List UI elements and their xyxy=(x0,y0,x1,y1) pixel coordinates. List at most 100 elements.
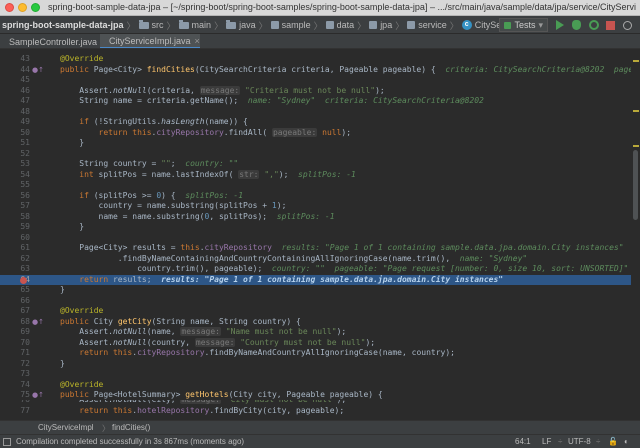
status-bar: Compilation completed successfully in 3s… xyxy=(0,434,640,448)
structure-crumb-class[interactable]: CityServiceImpl xyxy=(38,423,94,432)
breadcrumb-separator: 〉 xyxy=(214,20,224,31)
override-marker-icon[interactable]: ●↑ xyxy=(32,66,44,75)
code-line: 60 xyxy=(20,232,30,242)
run-button[interactable] xyxy=(553,19,566,32)
breadcrumb-main[interactable]: main xyxy=(178,19,211,30)
lock-icon[interactable]: 🔓 xyxy=(608,437,618,446)
tab-samplecontroller[interactable]: SampleController.java × xyxy=(0,34,106,48)
code-line: 75 ●↑ public Page<HotelSummary> getHotels(… xyxy=(20,390,383,400)
navigation-bar: spring-boot-sample-data-jpa 〉 src 〉 main… xyxy=(0,16,640,34)
chevron-down-icon: ▾ xyxy=(538,19,543,30)
structure-crumb-method[interactable]: findCities() xyxy=(112,423,150,432)
class-icon: c xyxy=(461,20,472,30)
warning-stripe[interactable] xyxy=(633,60,639,62)
code-line: 54 int splitPos = name.lastIndexOf( str:… xyxy=(20,169,356,179)
code-line: 73 xyxy=(20,369,30,378)
structure-breadcrumb: CityServiceImpl 〉 findCities() xyxy=(0,420,640,434)
breakpoint-icon[interactable] xyxy=(20,276,27,284)
event-log-icon[interactable]: ◐ xyxy=(624,437,629,446)
package-icon xyxy=(369,21,378,29)
code-line: 48 xyxy=(20,106,30,116)
code-line: 50 return this.cityRepository.findAll( p… xyxy=(20,127,352,137)
code-line: 56 if (splitPos >= 0) { splitPos: -1 xyxy=(20,190,244,200)
caret-position[interactable]: 64:1 xyxy=(515,437,531,446)
maximize-window-button[interactable] xyxy=(31,3,40,12)
breadcrumb-separator: 〉 xyxy=(395,20,405,31)
code-line: 59 } xyxy=(20,222,85,231)
folder-icon xyxy=(138,19,149,29)
code-line: 68 ●↑ public City getCity(String name, Str… xyxy=(20,316,301,327)
code-line: 70 Assert.notNull(country, message: "Cou… xyxy=(20,337,376,347)
close-tab-icon[interactable]: × xyxy=(195,36,200,46)
breadcrumb-separator: 〉 xyxy=(357,20,367,31)
code-line: 65} xyxy=(20,285,65,294)
override-marker-icon[interactable]: ●↑ xyxy=(32,318,44,327)
breadcrumb-separator: 〉 xyxy=(102,424,110,433)
code-line: 46 Assert.notNull(criteria, message: "Cr… xyxy=(20,85,385,95)
code-line: 67 @Override xyxy=(20,306,104,315)
code-line: 62 .findByNameContainingAndCountryContai… xyxy=(20,253,528,263)
scrollbar-thumb[interactable] xyxy=(633,150,638,220)
editor-tabs: SampleController.java × CityServiceImpl.… xyxy=(0,34,640,49)
override-marker-icon[interactable]: ●↑ xyxy=(32,391,44,400)
window-title: spring-boot-sample-data-jpa – [~/spring-… xyxy=(48,2,636,12)
line-separator[interactable]: LF xyxy=(542,437,551,446)
code-line: 53 String country = ""; country: "" xyxy=(20,159,239,168)
breadcrumb-data[interactable]: data xyxy=(325,20,354,30)
code-line: 52 xyxy=(20,148,30,158)
stop-button[interactable] xyxy=(604,19,617,32)
package-icon xyxy=(270,21,279,29)
code-line: 77 return this.hotelRepository.findByCit… xyxy=(20,405,345,415)
code-line: 44 ●↑ public Page<City> findCities(CitySea… xyxy=(20,64,640,75)
warning-stripe[interactable] xyxy=(633,145,639,147)
breadcrumb-jpa[interactable]: jpa xyxy=(369,20,392,30)
breadcrumb-java[interactable]: java xyxy=(226,19,256,30)
coverage-button[interactable] xyxy=(587,19,600,32)
title-bar: spring-boot-sample-data-jpa – [~/spring-… xyxy=(0,0,640,16)
code-line: 51 } xyxy=(20,138,85,147)
code-line: 43 @Override xyxy=(20,54,104,63)
file-encoding[interactable]: UTF-8 xyxy=(568,437,591,446)
breadcrumb-separator: 〉 xyxy=(166,20,176,31)
editor-scrollbar[interactable] xyxy=(631,50,640,405)
package-icon xyxy=(407,21,416,29)
chevron-down-icon: ÷ xyxy=(558,437,563,446)
code-lines-tail: 76 Assert.notNull(city, message: "City m… xyxy=(0,400,640,420)
breadcrumb-src[interactable]: src xyxy=(138,19,164,30)
status-message: Compilation completed successfully in 3s… xyxy=(16,437,245,446)
code-line: 61 Page<City> results = this.cityReposit… xyxy=(20,243,640,252)
breadcrumb-separator: 〉 xyxy=(449,20,459,31)
code-line: 72} xyxy=(20,358,65,368)
code-line: 57 country = name.substring(splitPos + 1… xyxy=(20,201,287,210)
toolbar: Tests ▾ xyxy=(499,17,638,33)
code-editor[interactable]: 43 @Override 44 ●↑ public Page<City> findCi… xyxy=(0,50,640,405)
minimize-window-button[interactable] xyxy=(18,3,27,12)
package-icon xyxy=(325,21,334,29)
code-line: 49 if (!StringUtils.hasLength(name)) { xyxy=(20,117,248,126)
stop-icon xyxy=(606,20,615,30)
breadcrumb-sample[interactable]: sample xyxy=(270,20,311,30)
run-configuration-select[interactable]: Tests ▾ xyxy=(499,18,548,32)
code-line: 71 return this.cityRepository.findByName… xyxy=(20,348,455,357)
search-icon xyxy=(623,20,632,30)
code-line: 58 name = name.substring(0, splitPos); s… xyxy=(20,211,335,221)
warning-stripe[interactable] xyxy=(633,110,639,112)
code-line: 47 String name = criteria.getName(); nam… xyxy=(20,96,484,105)
code-line: 55 xyxy=(20,180,30,189)
breadcrumb-service[interactable]: service xyxy=(407,20,447,30)
debug-button[interactable] xyxy=(570,19,583,32)
tool-windows-icon[interactable] xyxy=(3,438,11,446)
bug-icon xyxy=(572,20,581,30)
folder-icon xyxy=(226,19,237,29)
close-window-button[interactable] xyxy=(5,3,14,12)
chevron-down-icon: ÷ xyxy=(596,437,601,446)
search-everywhere-button[interactable] xyxy=(621,19,634,32)
breadcrumb-separator: 〉 xyxy=(126,20,136,31)
junit-icon xyxy=(504,21,512,29)
tab-cityserviceimpl[interactable]: CityServiceImpl.java × xyxy=(100,34,200,48)
code-line: 74 @Override xyxy=(20,379,104,389)
breadcrumb-project[interactable]: spring-boot-sample-data-jpa xyxy=(2,20,124,30)
folder-icon xyxy=(178,19,189,29)
play-icon xyxy=(555,20,564,30)
breadcrumb-separator: 〉 xyxy=(313,20,323,31)
